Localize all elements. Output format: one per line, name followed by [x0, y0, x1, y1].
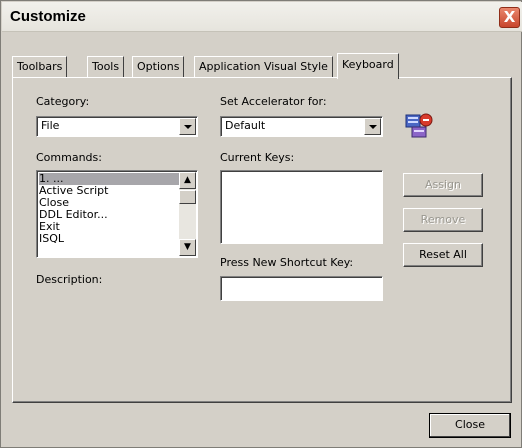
category-label: Category:	[36, 95, 90, 108]
set-accelerator-dropdown[interactable]: Default	[220, 116, 383, 137]
dialog-title: Customize	[10, 8, 86, 25]
tab-keyboard[interactable]: Keyboard	[337, 53, 399, 79]
set-accelerator-label: Set Accelerator for:	[220, 95, 327, 108]
customize-dialog: Customize X Toolbars Tools Options Appli…	[0, 0, 522, 448]
category-dropdown[interactable]: File	[36, 116, 198, 137]
chevron-down-icon[interactable]: ▼	[179, 239, 196, 256]
title-close-button[interactable]: X	[499, 7, 520, 28]
keyboard-shortcut-icon	[405, 113, 433, 138]
description-label: Description:	[36, 273, 103, 286]
commands-list[interactable]: 1. ... Active Script Close DDL Editor...…	[36, 170, 198, 258]
current-keys-list[interactable]	[220, 170, 383, 244]
list-item[interactable]: DDL Editor...	[39, 209, 179, 221]
chevron-down-icon[interactable]	[179, 118, 196, 135]
tab-application-visual-style[interactable]: Application Visual Style	[194, 56, 333, 78]
list-item[interactable]: Exit	[39, 221, 179, 233]
tab-toolbars[interactable]: Toolbars	[12, 56, 68, 78]
close-button[interactable]: Close	[429, 413, 511, 438]
title-bar[interactable]: Customize X	[2, 2, 522, 32]
new-shortcut-label: Press New Shortcut Key:	[220, 256, 354, 269]
list-item[interactable]: ISQL	[39, 233, 179, 243]
category-value: File	[41, 119, 60, 132]
commands-scrollbar[interactable]: ▲ ▼	[179, 172, 196, 256]
remove-button[interactable]: Remove	[403, 208, 483, 232]
list-item[interactable]: Active Script	[39, 185, 179, 197]
scroll-thumb[interactable]	[179, 190, 196, 204]
assign-button[interactable]: Assign	[403, 173, 483, 197]
tab-options[interactable]: Options	[132, 56, 185, 78]
new-shortcut-input[interactable]	[220, 276, 383, 301]
list-item[interactable]: Close	[39, 197, 179, 209]
current-keys-label: Current Keys:	[220, 151, 295, 164]
close-icon: X	[503, 8, 516, 26]
reset-all-button[interactable]: Reset All	[403, 243, 483, 267]
tab-tools[interactable]: Tools	[87, 56, 125, 78]
commands-label: Commands:	[36, 151, 102, 164]
set-accelerator-value: Default	[225, 119, 266, 132]
chevron-down-icon[interactable]	[364, 118, 381, 135]
list-item[interactable]: 1. ...	[39, 173, 179, 185]
chevron-up-icon[interactable]: ▲	[179, 172, 196, 189]
